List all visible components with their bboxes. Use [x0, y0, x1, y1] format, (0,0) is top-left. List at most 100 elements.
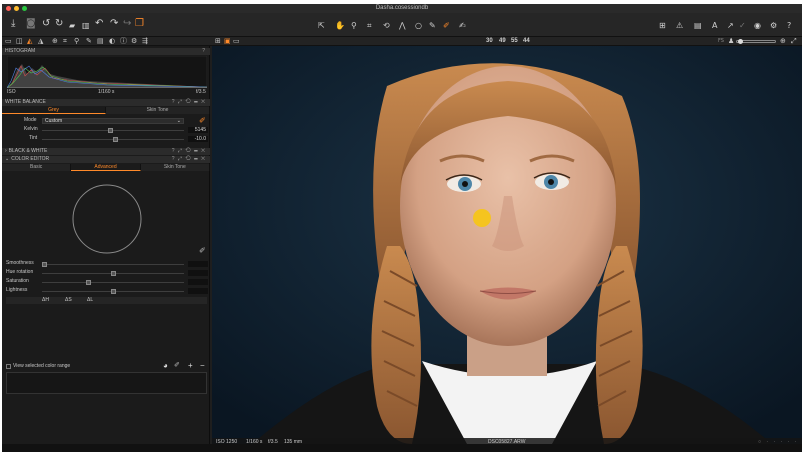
color-editor-tools[interactable]: ? ⤢ ⟲ ☰ ✕	[172, 156, 206, 163]
delta-s-label: ΔS	[65, 297, 72, 303]
wb-picker-icon[interactable]: ✐	[199, 116, 206, 125]
info-tab-icon[interactable]: ⓘ	[120, 37, 127, 46]
layers-icon[interactable]: ❐	[135, 18, 144, 30]
ce-slider[interactable]	[42, 271, 184, 276]
picker-icon[interactable]: ✐	[443, 20, 450, 32]
brush-icon[interactable]: ✎	[429, 20, 436, 32]
view-range-checkbox[interactable]	[6, 364, 11, 369]
cursor-arrow-icon[interactable]: ↗	[727, 20, 734, 32]
minimize-window-button[interactable]	[14, 6, 19, 11]
ce-slider-value[interactable]	[188, 288, 208, 294]
black-white-header[interactable]: › BLACK & WHITE ? ⤢ ⟲ ☰ ✕	[2, 148, 210, 155]
viewer-grid-icon[interactable]: ⊞	[215, 37, 221, 46]
white-balance-title: WHITE BALANCE	[5, 99, 46, 105]
tab-skin-tone[interactable]: Skin Tone	[140, 164, 210, 171]
rotate-tool-icon[interactable]: ⟲	[383, 20, 390, 32]
folder-icon[interactable]: ▭	[5, 37, 12, 46]
ce-slider[interactable]	[42, 289, 184, 294]
tint-slider[interactable]	[42, 137, 184, 142]
kelvin-slider[interactable]	[42, 128, 184, 133]
histogram-tools[interactable]: ?	[202, 48, 206, 55]
pan-icon[interactable]: ✋	[335, 20, 345, 32]
histogram-header[interactable]: HISTOGRAM ?	[2, 48, 210, 55]
white-balance-tools[interactable]: ? ⤢ ⟲ ☰ ✕	[172, 99, 206, 106]
tab-grey[interactable]: Grey	[2, 107, 106, 114]
lens-tab-icon[interactable]: ⊕	[52, 37, 58, 46]
white-balance-header[interactable]: WHITE BALANCE ? ⤢ ⟲ ☰ ✕	[2, 99, 210, 106]
person-icon[interactable]: ♟	[728, 37, 734, 46]
edit-tab-icon[interactable]: ✎	[86, 37, 92, 46]
ce-slider-knob[interactable]	[110, 271, 116, 276]
list-icon[interactable]: ▤	[694, 20, 702, 32]
tab-skin-tone-wb[interactable]: Skin Tone	[106, 107, 210, 114]
batch-tab-icon[interactable]: ⚙	[131, 37, 137, 46]
fit-icon[interactable]: ⤢	[791, 37, 797, 46]
tab-advanced[interactable]: Advanced	[71, 164, 141, 171]
viewer-single-icon[interactable]: ▣	[224, 37, 231, 46]
trash-icon[interactable]: ▥	[82, 20, 90, 32]
fullscreen-label[interactable]: FS	[718, 37, 724, 46]
crop-tab-icon[interactable]: ⌗	[63, 37, 67, 46]
ce-slider-value[interactable]	[188, 261, 208, 267]
check-icon[interactable]: ✓	[739, 20, 746, 32]
tint-value[interactable]: -10.0	[188, 136, 208, 142]
viewer-compare-icon[interactable]: ▭	[233, 37, 240, 46]
refresh-icon[interactable]: ↻	[55, 18, 63, 30]
ce-slider[interactable]	[42, 280, 184, 285]
circle-icon[interactable]: ○	[415, 20, 422, 32]
tab-basic[interactable]: Basic	[2, 164, 72, 171]
close-window-button[interactable]	[6, 6, 11, 11]
ce-slider-label: Hue rotation	[6, 269, 34, 275]
capture-icon[interactable]: ◫	[16, 37, 23, 46]
adjust-tab-icon[interactable]: ◐	[109, 37, 115, 46]
gear-icon[interactable]: ⚙	[770, 20, 777, 32]
camera-icon[interactable]: ◙	[26, 18, 36, 30]
color-picker-icon[interactable]: ✐	[199, 246, 206, 255]
warning-icon[interactable]: ⚠	[676, 20, 683, 32]
wb-mode-select[interactable]: Custom ⌄	[42, 118, 184, 124]
image-viewer[interactable]	[212, 46, 802, 444]
portrait-photo[interactable]	[212, 46, 802, 444]
remove-icon[interactable]: −	[200, 361, 205, 370]
ce-slider-knob[interactable]	[85, 280, 91, 285]
zoom-icon[interactable]: ⚲	[351, 20, 357, 32]
view-range-label: View selected color range	[13, 363, 71, 369]
picker-plus-icon[interactable]: ✐	[174, 361, 180, 369]
black-white-tools[interactable]: ? ⤢ ⟲ ☰ ✕	[172, 148, 206, 155]
keystone-icon[interactable]: ⋀	[399, 20, 406, 32]
color-tab-icon[interactable]: ◭	[27, 37, 32, 46]
share-icon[interactable]: ◉	[754, 20, 761, 32]
crop-icon[interactable]: ⌗	[367, 20, 372, 32]
kelvin-slider-knob[interactable]	[107, 128, 113, 133]
import-icon[interactable]: ▰	[69, 20, 75, 32]
histogram-aperture: f/3.5	[196, 89, 206, 95]
kelvin-value[interactable]: 5145	[188, 127, 208, 133]
download-icon[interactable]: ⤓	[11, 18, 15, 30]
annotate-icon[interactable]: ✍	[459, 20, 466, 32]
zoom-window-button[interactable]	[22, 6, 27, 11]
undo-icon[interactable]: ↶	[95, 18, 103, 30]
ce-slider[interactable]	[42, 262, 184, 267]
metadata-tab-icon[interactable]: ▤	[97, 37, 104, 46]
ce-slider-knob[interactable]	[110, 289, 116, 294]
tint-slider-knob[interactable]	[113, 137, 119, 142]
ce-slider-value[interactable]	[188, 270, 208, 276]
output-tab-icon[interactable]: ⇶	[142, 37, 148, 46]
color-wheel[interactable]	[71, 183, 143, 255]
grid-icon[interactable]: ⊞	[659, 20, 666, 32]
pie-icon[interactable]: ◕	[163, 361, 168, 370]
exposure-tab-icon[interactable]: ◮	[38, 37, 43, 46]
redo-icon[interactable]: ↷	[110, 18, 118, 30]
search-tab-icon[interactable]: ⚲	[74, 37, 79, 46]
cursor-icon[interactable]: ⇱	[318, 20, 325, 32]
rotate-icon[interactable]: ↺	[42, 18, 50, 30]
ce-slider-value[interactable]	[188, 279, 208, 285]
color-editor-header[interactable]: ⌄ COLOR EDITOR ? ⤢ ⟲ ☰ ✕	[2, 156, 210, 163]
color-range-list[interactable]	[6, 372, 207, 394]
add-icon[interactable]: +	[188, 361, 193, 370]
forward-icon[interactable]: ↪	[123, 18, 131, 30]
text-icon[interactable]: A	[712, 20, 717, 32]
ce-slider-knob[interactable]	[42, 262, 47, 267]
zoom-in-icon[interactable]: ⊕	[780, 37, 786, 46]
help-icon[interactable]: ?	[787, 20, 791, 32]
